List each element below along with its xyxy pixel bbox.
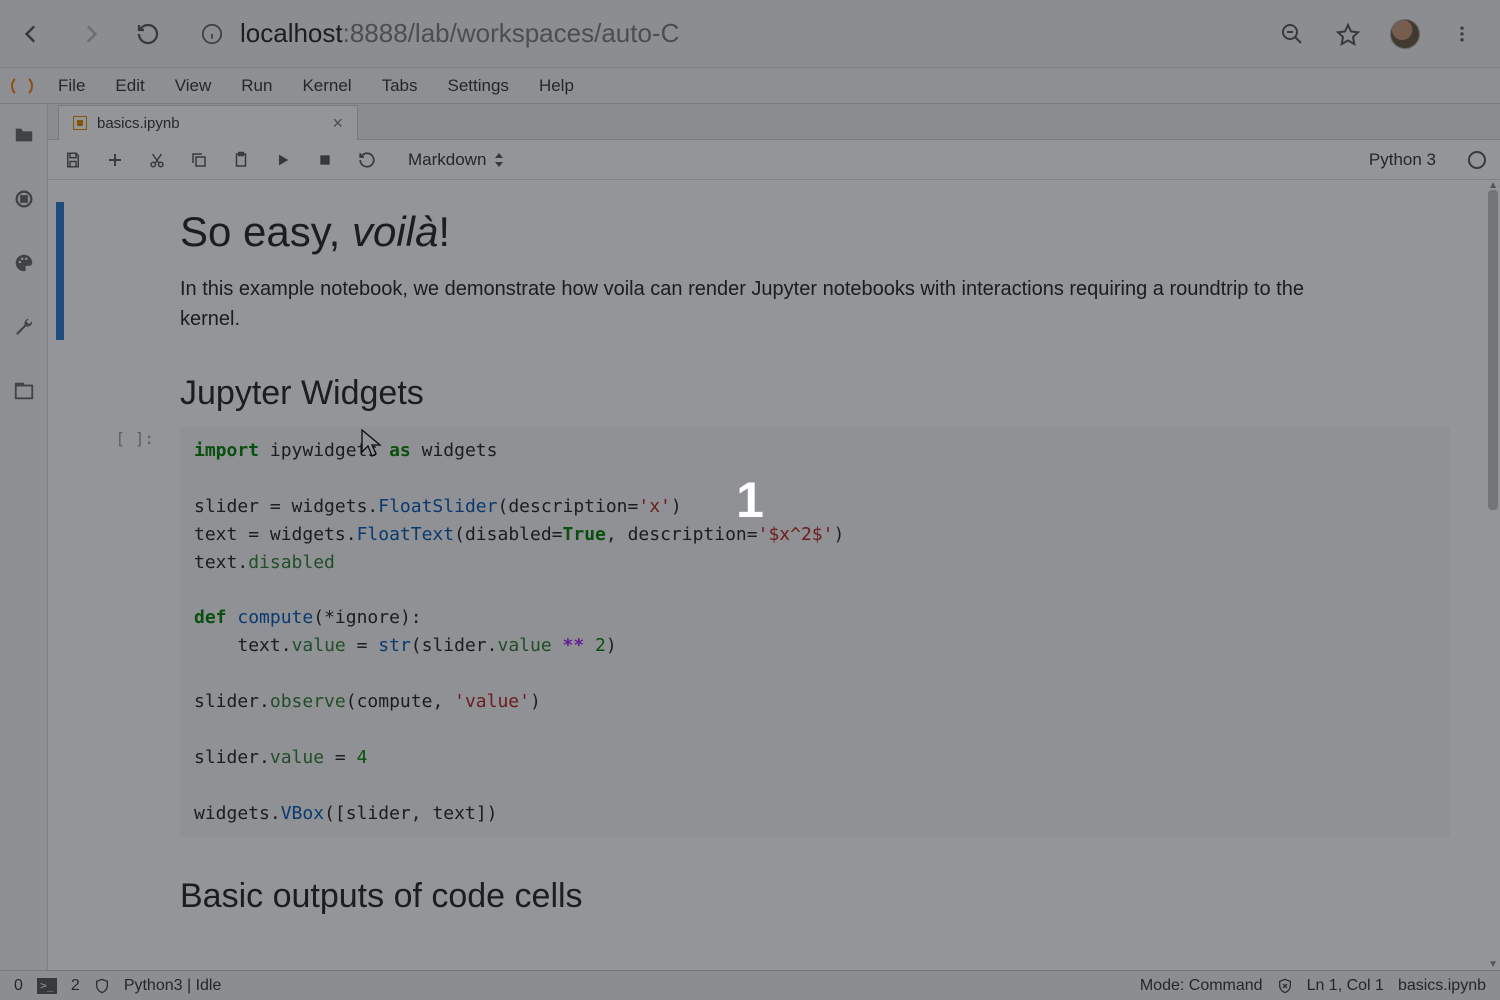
terminal-icon[interactable]: >_ bbox=[37, 978, 57, 994]
url-text: localhost:8888/lab/workspaces/auto-C bbox=[240, 18, 679, 49]
menu-run[interactable]: Run bbox=[227, 70, 286, 102]
cell-prompt: [ ]: bbox=[64, 421, 166, 843]
menu-edit[interactable]: Edit bbox=[101, 70, 158, 102]
shield-icon[interactable] bbox=[94, 977, 110, 995]
kernel-label[interactable]: Python 3 bbox=[1369, 150, 1436, 170]
status-pos[interactable]: Ln 1, Col 1 bbox=[1307, 977, 1384, 995]
md-heading: Basic outputs of code cells bbox=[180, 877, 1450, 916]
sidebar bbox=[0, 104, 48, 970]
notebook-icon bbox=[73, 116, 87, 130]
avatar[interactable] bbox=[1390, 19, 1420, 49]
forward-icon[interactable] bbox=[76, 20, 104, 48]
tabs-icon[interactable] bbox=[11, 378, 37, 404]
notebook-scroll[interactable]: ▲ ▼ So easy, voilà! In this example note… bbox=[48, 180, 1500, 970]
cell-gutter bbox=[56, 421, 64, 843]
code-editor[interactable]: import ipywidgets as widgets slider = wi… bbox=[180, 427, 1450, 837]
cell-type-select[interactable]: Markdown bbox=[408, 150, 504, 170]
zoom-out-icon[interactable] bbox=[1278, 20, 1306, 48]
scrollbar-thumb[interactable] bbox=[1488, 190, 1498, 510]
shield-x-icon[interactable] bbox=[1277, 977, 1293, 995]
tab-strip: basics.ipynb × bbox=[48, 104, 1500, 140]
menu-bar: File Edit View Run Kernel Tabs Settings … bbox=[0, 68, 1500, 104]
reload-icon[interactable] bbox=[134, 20, 162, 48]
overlay-number: 1 bbox=[736, 471, 764, 529]
status-bar: 0 >_ 2 Python3 | Idle Mode: Command Ln 1… bbox=[0, 970, 1500, 1000]
browser-bar: localhost:8888/lab/workspaces/auto-C bbox=[0, 0, 1500, 68]
status-kernel[interactable]: Python3 | Idle bbox=[124, 977, 222, 995]
kernel-status-icon[interactable] bbox=[1468, 151, 1486, 169]
status-right: Mode: Command Ln 1, Col 1 basics.ipynb bbox=[1140, 977, 1486, 995]
md-heading: Jupyter Widgets bbox=[180, 374, 1450, 413]
tab-basics[interactable]: basics.ipynb × bbox=[58, 105, 358, 140]
md-paragraph: In this example notebook, we demonstrate… bbox=[180, 274, 1350, 334]
menu-settings[interactable]: Settings bbox=[434, 70, 523, 102]
main-area: basics.ipynb × bbox=[0, 104, 1500, 970]
cell-gutter bbox=[56, 845, 64, 922]
paste-icon[interactable] bbox=[230, 149, 252, 171]
cell-md3[interactable]: Basic outputs of code cells bbox=[56, 845, 1480, 922]
save-icon[interactable] bbox=[62, 149, 84, 171]
notebook-inner: So easy, voilà! In this example notebook… bbox=[48, 180, 1500, 964]
updown-icon bbox=[494, 153, 504, 167]
status-mode[interactable]: Mode: Command bbox=[1140, 977, 1263, 995]
tab-label: basics.ipynb bbox=[97, 115, 180, 132]
cell-body: So easy, voilà! In this example notebook… bbox=[166, 202, 1480, 340]
menu-items: File Edit View Run Kernel Tabs Settings … bbox=[44, 70, 588, 102]
running-icon[interactable] bbox=[11, 186, 37, 212]
stop-icon[interactable] bbox=[314, 149, 336, 171]
site-info-icon[interactable] bbox=[198, 20, 226, 48]
status-count-0[interactable]: 0 bbox=[14, 977, 23, 995]
wrench-icon[interactable] bbox=[11, 314, 37, 340]
cell-md1[interactable]: So easy, voilà! In this example notebook… bbox=[56, 202, 1480, 340]
cell-md2[interactable]: Jupyter Widgets bbox=[56, 342, 1480, 419]
run-icon[interactable] bbox=[272, 149, 294, 171]
palette-icon[interactable] bbox=[11, 250, 37, 276]
cell-code1[interactable]: [ ]: import ipywidgets as widgets slider… bbox=[56, 421, 1480, 843]
work-area: basics.ipynb × bbox=[48, 104, 1500, 970]
cell-prompt bbox=[64, 342, 166, 419]
scroll-down-icon[interactable]: ▼ bbox=[1488, 959, 1498, 970]
folder-icon[interactable] bbox=[11, 122, 37, 148]
status-left: 0 >_ 2 Python3 | Idle bbox=[14, 977, 221, 995]
copy-icon[interactable] bbox=[188, 149, 210, 171]
url-bar[interactable]: localhost:8888/lab/workspaces/auto-C bbox=[198, 18, 1260, 49]
restart-icon[interactable] bbox=[356, 149, 378, 171]
cell-gutter-active bbox=[56, 202, 64, 340]
menu-tabs[interactable]: Tabs bbox=[368, 70, 432, 102]
status-file[interactable]: basics.ipynb bbox=[1398, 977, 1486, 995]
kebab-menu-icon[interactable] bbox=[1448, 20, 1476, 48]
cell-body: Jupyter Widgets bbox=[166, 342, 1480, 419]
status-count-2[interactable]: 2 bbox=[71, 977, 80, 995]
cut-icon[interactable] bbox=[146, 149, 168, 171]
back-icon[interactable] bbox=[18, 20, 46, 48]
browser-nav bbox=[18, 20, 162, 48]
menu-file[interactable]: File bbox=[44, 70, 99, 102]
cell-body: Basic outputs of code cells bbox=[166, 845, 1480, 922]
cell-prompt bbox=[64, 845, 166, 922]
close-icon[interactable]: × bbox=[332, 113, 343, 134]
jupyter-logo-icon[interactable] bbox=[0, 75, 44, 97]
add-cell-icon[interactable] bbox=[104, 149, 126, 171]
md-heading: So easy, voilà! bbox=[180, 208, 1450, 256]
cell-gutter bbox=[56, 342, 64, 419]
notebook-toolbar: Markdown Python 3 bbox=[48, 140, 1500, 180]
cell-type-label: Markdown bbox=[408, 150, 486, 170]
cell-prompt bbox=[64, 202, 166, 340]
menu-help[interactable]: Help bbox=[525, 70, 588, 102]
menu-view[interactable]: View bbox=[161, 70, 226, 102]
bookmark-star-icon[interactable] bbox=[1334, 20, 1362, 48]
cell-body: import ipywidgets as widgets slider = wi… bbox=[166, 421, 1480, 843]
menu-kernel[interactable]: Kernel bbox=[288, 70, 365, 102]
browser-right bbox=[1278, 19, 1482, 49]
